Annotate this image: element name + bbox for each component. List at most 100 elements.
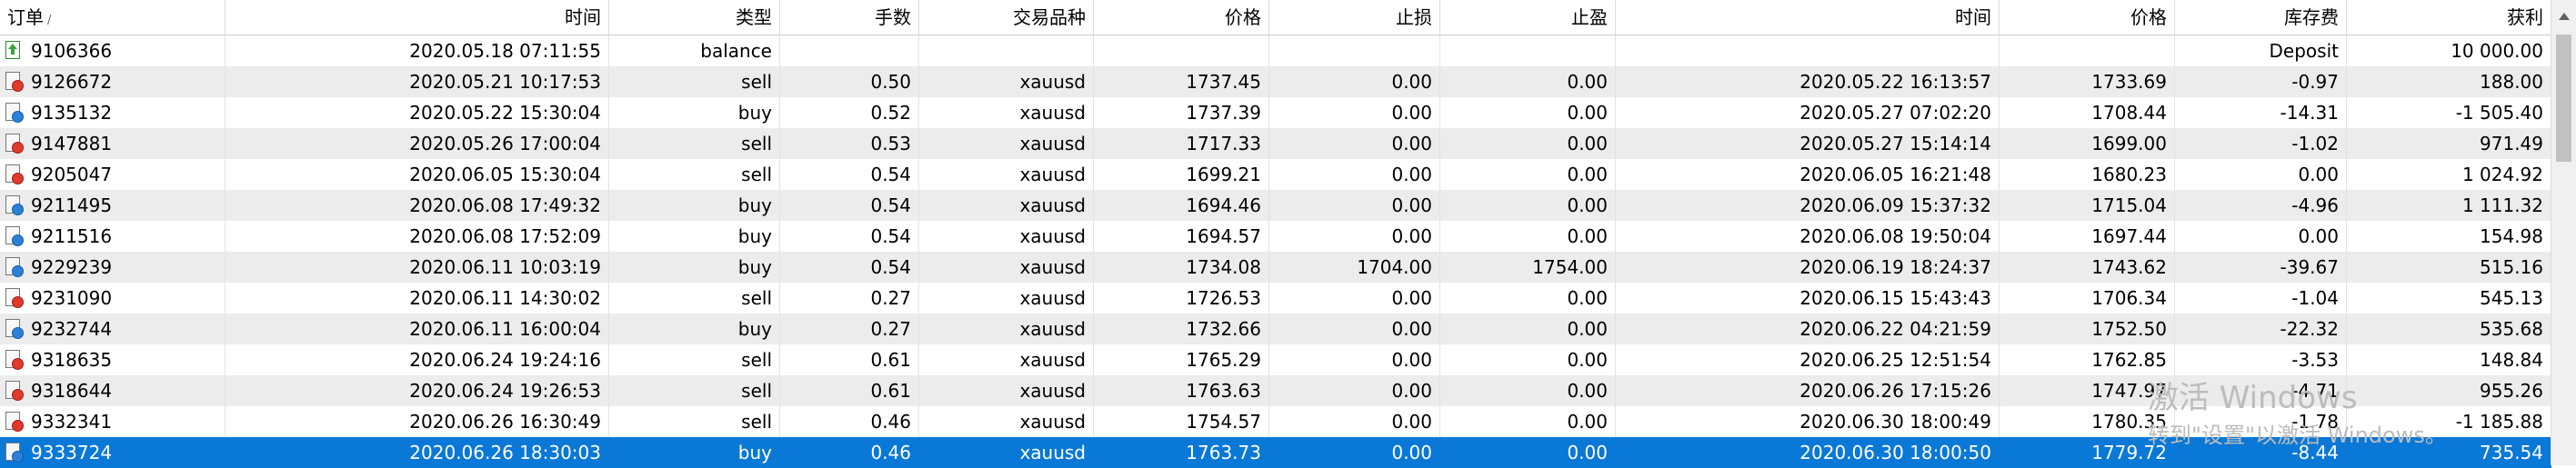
col-order-cell: 9318635 <box>0 344 226 375</box>
col-profit-cell: 188.00 <box>2347 66 2551 97</box>
cell-value: 1780.35 <box>2091 411 2167 433</box>
cell-value: xauusd <box>1019 225 1086 247</box>
col-type-cell: sell <box>609 128 780 159</box>
header-label: 手数 <box>875 6 911 28</box>
col-swap-cell: -0.97 <box>2175 66 2347 97</box>
col-type-cell: buy <box>609 221 780 252</box>
cell-value: xauusd <box>1019 411 1086 433</box>
header-label: 订单 <box>7 6 44 28</box>
col-type-cell: buy <box>609 437 780 468</box>
col-stop-loss-header[interactable]: 止损 <box>1269 0 1440 35</box>
scrollbar-thumb[interactable] <box>2556 35 2571 162</box>
col-open-price-cell: 1763.73 <box>1094 437 1269 468</box>
col-volume-header[interactable]: 手数 <box>780 0 919 35</box>
col-open-time-cell: 2020.06.11 14:30:02 <box>226 283 609 314</box>
col-swap-cell: -3.53 <box>2175 344 2347 375</box>
col-symbol-header[interactable]: 交易品种 <box>919 0 1094 35</box>
col-order-cell: 9126672 <box>0 66 226 97</box>
cell-value: -4.71 <box>2291 380 2339 402</box>
col-open-price-header[interactable]: 价格 <box>1094 0 1269 35</box>
col-swap-cell: -1.02 <box>2175 128 2347 159</box>
buy-order-icon <box>5 443 24 463</box>
col-open-time-header[interactable]: 时间 <box>226 0 609 35</box>
col-volume-cell: 0.50 <box>780 66 919 97</box>
col-swap-cell: 0.00 <box>2175 221 2347 252</box>
cell-value: 1762.85 <box>2091 349 2167 371</box>
col-close-time-header[interactable]: 时间 <box>1616 0 2000 35</box>
cell-value: xauusd <box>1019 380 1086 402</box>
cell-value: 0.00 <box>1391 442 1432 463</box>
buy-order-icon <box>5 195 24 215</box>
cell-value: 2020.06.11 14:30:02 <box>409 287 601 309</box>
col-close-time-cell: 2020.06.26 17:15:26 <box>1616 375 2000 406</box>
cell-value: xauusd <box>1019 164 1086 185</box>
cell-value: 2020.06.15 15:43:43 <box>1799 287 1991 309</box>
col-close-price-header[interactable]: 价格 <box>2000 0 2175 35</box>
col-order-cell: 9135132 <box>0 97 226 128</box>
cell-value: 1752.50 <box>2091 318 2167 340</box>
col-take-profit-cell: 0.00 <box>1440 128 1616 159</box>
cell-value: -14.31 <box>2280 102 2339 124</box>
col-profit-header[interactable]: 获利 <box>2347 0 2551 35</box>
col-close-time-cell: 2020.06.22 04:21:59 <box>1616 314 2000 344</box>
col-take-profit-header[interactable]: 止盈 <box>1440 0 1616 35</box>
col-symbol-cell: xauusd <box>919 314 1094 344</box>
col-swap-header[interactable]: 库存费 <box>2175 0 2347 35</box>
cell-value: -4.96 <box>2291 194 2339 216</box>
cell-value: -1 185.88 <box>2455 411 2543 433</box>
col-open-price-cell: 1726.53 <box>1094 283 1269 314</box>
col-symbol-cell: xauusd <box>919 159 1094 190</box>
cell-value: 1726.53 <box>1186 287 1261 309</box>
cell-value: 1743.62 <box>2091 256 2167 278</box>
cell-value: 9318644 <box>31 380 113 402</box>
deposit-icon <box>5 41 22 61</box>
col-volume-cell: 0.46 <box>780 437 919 468</box>
col-stop-loss-cell: 0.00 <box>1269 406 1440 437</box>
col-volume-cell: 0.27 <box>780 314 919 344</box>
col-symbol-cell <box>919 35 1094 66</box>
cell-value: 0.52 <box>870 102 911 124</box>
cell-value: 2020.06.05 16:21:48 <box>1799 164 1991 185</box>
cell-value: 0.54 <box>870 225 911 247</box>
col-type-header[interactable]: 类型 <box>609 0 780 35</box>
col-open-time-cell: 2020.06.26 16:30:49 <box>226 406 609 437</box>
header-label: 时间 <box>565 6 601 28</box>
col-symbol-cell: xauusd <box>919 375 1094 406</box>
scroll-up-arrow-icon[interactable] <box>2559 13 2570 20</box>
cell-value: 1747.97 <box>2091 380 2167 402</box>
sell-order-icon <box>5 134 24 154</box>
col-stop-loss-cell: 1704.00 <box>1269 252 1440 283</box>
cell-value: xauusd <box>1019 194 1086 216</box>
cell-value: 0.00 <box>1567 133 1608 154</box>
cell-value: 2020.06.25 12:51:54 <box>1799 349 1991 371</box>
cell-value: 2020.06.08 17:49:32 <box>409 194 601 216</box>
col-open-price-cell: 1694.46 <box>1094 190 1269 221</box>
col-stop-loss-cell: 0.00 <box>1269 314 1440 344</box>
col-order-cell: 9332341 <box>0 406 226 437</box>
col-order-cell: 9229239 <box>0 252 226 283</box>
col-open-price-cell: 1737.45 <box>1094 66 1269 97</box>
col-profit-cell: 10 000.00 <box>2347 35 2551 66</box>
col-close-price-cell <box>2000 35 2175 66</box>
vertical-scrollbar[interactable] <box>2551 0 2576 465</box>
header-label: 库存费 <box>2284 6 2339 28</box>
col-open-time-cell: 2020.06.08 17:49:32 <box>226 190 609 221</box>
header-label: 时间 <box>1955 6 1991 28</box>
col-open-time-cell: 2020.05.26 17:00:04 <box>226 128 609 159</box>
col-volume-cell: 0.52 <box>780 97 919 128</box>
cell-value: 2020.06.26 17:15:26 <box>1799 380 1991 402</box>
cell-value: 148.84 <box>2480 349 2543 371</box>
col-swap-cell: -8.44 <box>2175 437 2347 468</box>
col-profit-cell: -1 505.40 <box>2347 97 2551 128</box>
col-type-cell: buy <box>609 190 780 221</box>
col-order-header[interactable]: 订单 / <box>0 0 226 35</box>
cell-value: 1680.23 <box>2091 164 2167 185</box>
col-open-time-cell: 2020.06.11 16:00:04 <box>226 314 609 344</box>
col-stop-loss-cell: 0.00 <box>1269 190 1440 221</box>
col-close-price-cell: 1699.00 <box>2000 128 2175 159</box>
header-label: 交易品种 <box>1013 6 1086 28</box>
col-take-profit-cell: 0.00 <box>1440 314 1616 344</box>
cell-value: 2020.06.26 18:30:03 <box>409 442 601 463</box>
col-take-profit-cell <box>1440 35 1616 66</box>
col-close-price-cell: 1747.97 <box>2000 375 2175 406</box>
